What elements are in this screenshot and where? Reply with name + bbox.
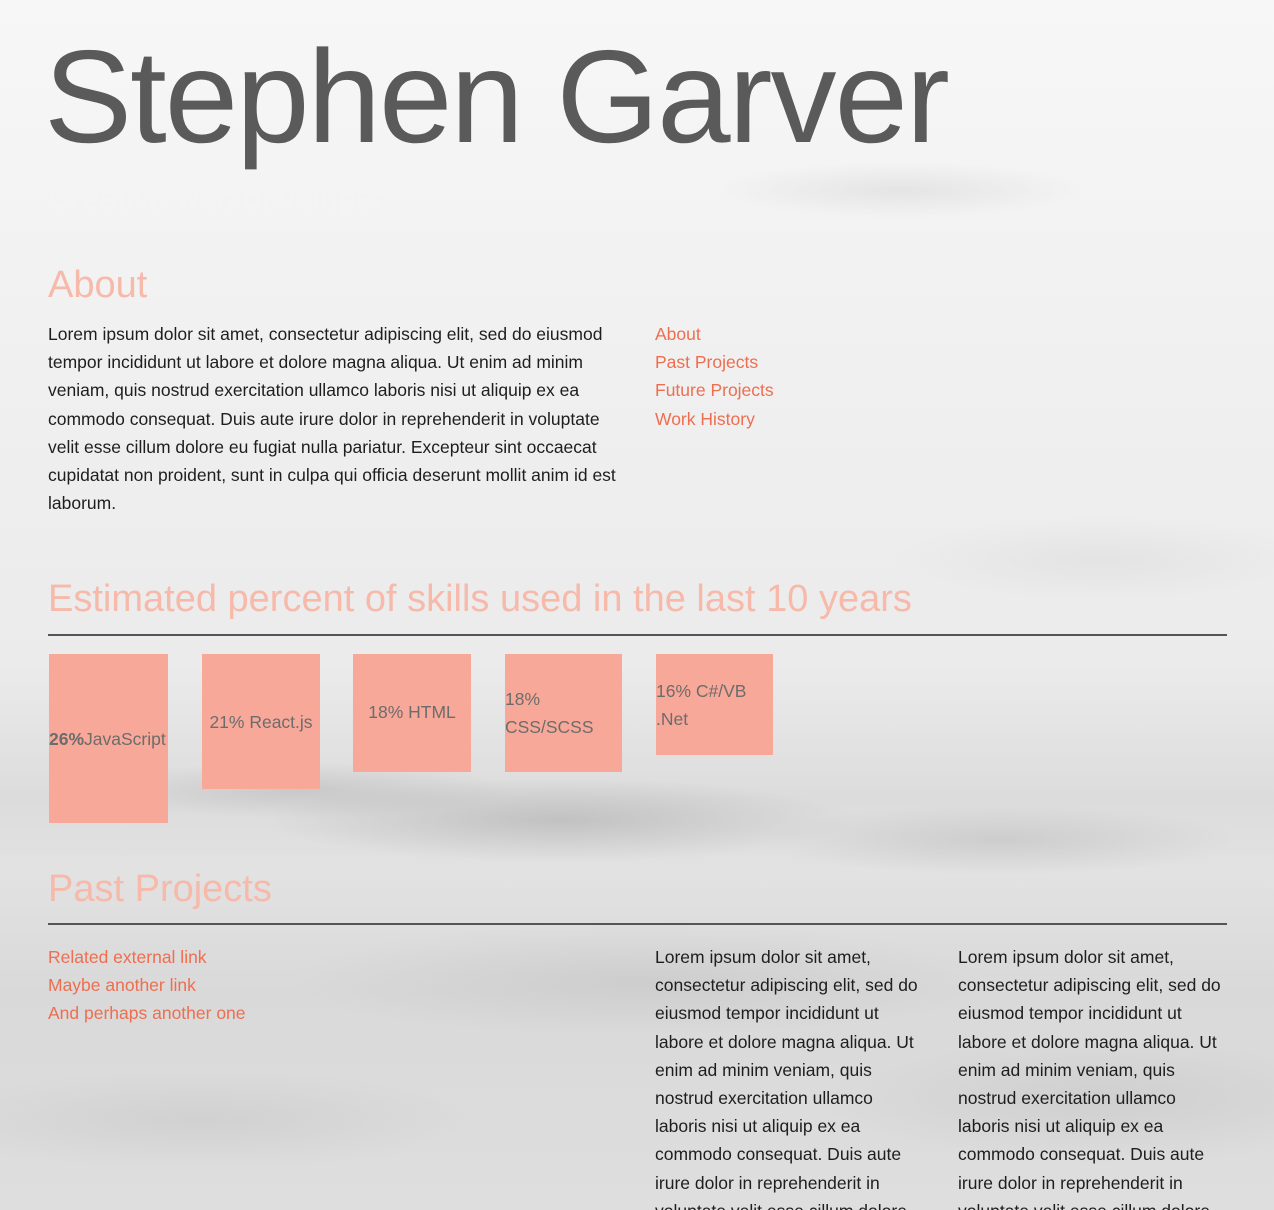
project-link-item: Related external link bbox=[48, 943, 246, 971]
nav-link-future-projects[interactable]: Future Projects bbox=[655, 376, 774, 404]
page-title: Stephen Garver bbox=[44, 23, 950, 170]
project-link-1[interactable]: Related external link bbox=[48, 943, 207, 971]
skill-label: 16% C#/VB .Net bbox=[656, 680, 747, 729]
project-link-item: Maybe another link bbox=[48, 971, 246, 999]
skill-label: 21% React.js bbox=[209, 711, 313, 732]
skills-divider bbox=[48, 634, 1227, 636]
tagline: Creative web developer bbox=[48, 180, 385, 216]
project-links: Related external link Maybe another link… bbox=[48, 943, 246, 1028]
nav-item-future-projects: Future Projects bbox=[655, 376, 774, 404]
nav-link-past-projects[interactable]: Past Projects bbox=[655, 348, 758, 376]
about-heading: About bbox=[48, 264, 148, 306]
skill-name: JavaScript bbox=[84, 728, 166, 749]
skill-label: 18% HTML bbox=[368, 702, 456, 722]
nav-link-work-history[interactable]: Work History bbox=[655, 405, 755, 433]
page-content: Stephen Garver Creative web developer Ab… bbox=[0, 0, 1274, 1210]
past-projects-divider bbox=[48, 923, 1227, 925]
skill-label: 18% CSS/SCSS bbox=[505, 689, 594, 737]
project-link-2[interactable]: Maybe another link bbox=[48, 971, 196, 999]
nav-item-work-history: Work History bbox=[655, 405, 774, 433]
project-link-3[interactable]: And perhaps another one bbox=[48, 999, 246, 1027]
project-link-item: And perhaps another one bbox=[48, 999, 246, 1027]
past-projects-heading: Past Projects bbox=[48, 868, 272, 910]
project-description-1: Lorem ipsum dolor sit amet, consectetur … bbox=[655, 947, 918, 1210]
skill-percent: 26% bbox=[49, 728, 85, 749]
skill-box-dotnet: 16% C#/VB .Net bbox=[656, 654, 773, 755]
nav-link-about[interactable]: About bbox=[655, 320, 701, 348]
nav-item-about: About bbox=[655, 320, 774, 348]
skill-box-html: 18% HTML bbox=[353, 654, 471, 772]
nav-item-past-projects: Past Projects bbox=[655, 348, 774, 376]
about-text: Lorem ipsum dolor sit amet, consectetur … bbox=[48, 324, 616, 514]
section-nav: About Past Projects Future Projects Work… bbox=[655, 320, 774, 433]
skills-heading: Estimated percent of skills used in the … bbox=[48, 578, 912, 620]
skill-box-javascript: 26% JavaScript bbox=[49, 654, 168, 823]
skill-box-css: 18% CSS/SCSS bbox=[505, 654, 622, 772]
project-description-2: Lorem ipsum dolor sit amet, consectetur … bbox=[958, 947, 1221, 1210]
skill-box-react: 21% React.js bbox=[202, 654, 320, 789]
